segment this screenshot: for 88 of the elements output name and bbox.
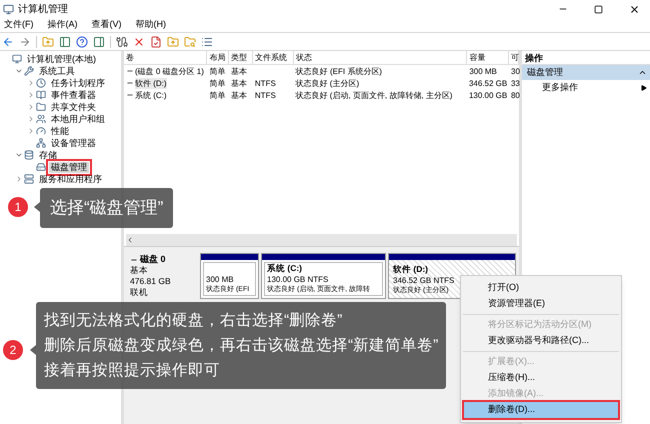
maximize-icon[interactable] [594,4,603,14]
context-menu-item[interactable]: 压缩卷(H)... [464,370,618,386]
step-number-badge: 2 [3,340,23,360]
context-menu-item[interactable]: 更改驱动器号和路径(C)... [464,333,618,349]
table-cell[interactable]: 软件 (D:) [135,78,167,88]
document-check-icon[interactable] [150,36,162,48]
collapse-icon[interactable] [638,68,647,77]
panel-icon[interactable] [93,36,105,48]
tree-item[interactable]: 性能 [49,126,71,136]
table-cell: 简单 [209,78,226,88]
callout-text: 接着再按照提示操作即可 [44,360,221,381]
table-cell: NTFS [254,90,276,100]
step-number-badge: 1 [8,197,28,217]
close-icon[interactable] [629,4,640,14]
users-icon [36,114,46,124]
context-menu-item[interactable]: 资源管理器(E) [464,296,618,312]
callout-text: 删除后原磁盘变成绿色，再右击该磁盘选择“新建简单卷” [44,336,438,356]
table-cell: 简单 [209,90,226,100]
partition-size: 130.00 GB NTFS [267,274,328,285]
table-cell: NTFS [254,78,276,88]
computer-icon [12,54,22,64]
column-header[interactable]: 布局 [207,51,230,64]
storage-icon [24,150,34,160]
tree-item[interactable]: 共享文件夹 [49,102,98,112]
back-arrow-icon[interactable] [2,36,14,48]
column-header[interactable]: 卷 [124,51,208,64]
column-header[interactable]: 可 [509,51,520,64]
forward-arrow-icon[interactable] [19,36,31,48]
partition-name: 软件 (D:) [393,264,428,275]
clock-icon [36,78,46,88]
disk-detail: 联机 [130,287,149,298]
disk-name: 磁盘 0 [140,254,166,265]
partition-size: 300 MB [206,274,234,285]
disk-detail: 476.81 GB [130,276,172,287]
callout-text: 找到无法格式化的硬盘，右击选择“删除卷” [44,311,344,331]
disk-detail: 基本 [130,265,149,276]
tree-item[interactable]: 本地用户和组 [49,114,107,124]
table-cell: 基本 [231,66,248,76]
tree-item[interactable]: 服务和应用程序 [37,174,104,184]
column-header[interactable]: 容量 [467,51,510,64]
connect-icon[interactable] [116,36,128,48]
table-cell[interactable]: (磁盘 0 磁盘分区 1) [135,66,204,76]
table-cell[interactable]: 系统 (C:) [135,90,167,100]
table-cell: 346.52 GB [468,78,508,88]
table-cell: 80 [510,90,520,100]
column-header[interactable]: 文件系统 [253,51,294,64]
table-cell: 状态良好 (启动, 页面文件, 故障转储, 主分区) [296,90,452,100]
tree-item[interactable]: 设备管理器 [49,138,98,148]
actions-section[interactable]: 磁盘管理 [522,65,650,80]
network-icon [36,138,46,148]
menu-item[interactable]: 帮助(H) [136,18,166,32]
table-cell: 基本 [231,90,248,100]
gauge-icon [36,126,46,136]
server-icon [24,174,34,184]
table-cell: 状态良好 (EFI 系统分区) [296,66,382,76]
callout-text: 选择“磁盘管理” [50,197,164,219]
table-cell: 简单 [209,66,226,76]
tree-item[interactable]: 事件查看器 [49,90,98,100]
partition-name: 系统 (C:) [267,263,302,274]
tree-item[interactable]: 系统工具 [37,66,77,76]
table-cell: 33 [510,78,520,88]
tree-item[interactable]: 计算机管理(本地) [25,54,98,64]
context-menu-item[interactable]: 删除卷(D)... [464,402,618,418]
scroll-left-icon[interactable] [126,236,134,244]
tree-item[interactable]: 磁盘管理 [49,162,89,172]
menu-item[interactable]: 查看(V) [92,18,122,32]
horizontal-scrollbar[interactable] [126,234,517,246]
window-title: 计算机管理 [18,2,68,16]
submenu-arrow-icon [641,84,647,90]
action-item[interactable]: 更多操作 [522,80,650,95]
column-header[interactable]: 类型 [229,51,254,64]
panel-icon[interactable] [59,36,71,48]
menu-item[interactable]: 文件(F) [4,18,34,32]
tree-item[interactable]: 任务计划程序 [49,78,107,88]
menu-item[interactable]: 操作(A) [48,18,78,32]
tree-item[interactable]: 存储 [37,150,59,160]
table-cell: 30 [511,66,520,76]
table-cell: 状态良好 (主分区) [296,78,360,88]
drive-icon [36,162,46,172]
folder-icon [36,102,46,112]
help-icon[interactable] [76,36,88,48]
column-header[interactable]: 状态 [294,51,468,64]
app-icon [3,4,14,14]
table-cell: 基本 [231,78,248,88]
partition-size: 346.52 GB NTFS [393,275,454,286]
table-cell: 300 MB [469,66,497,76]
book-icon [36,90,46,100]
table-cell: 130.00 GB [468,90,508,100]
